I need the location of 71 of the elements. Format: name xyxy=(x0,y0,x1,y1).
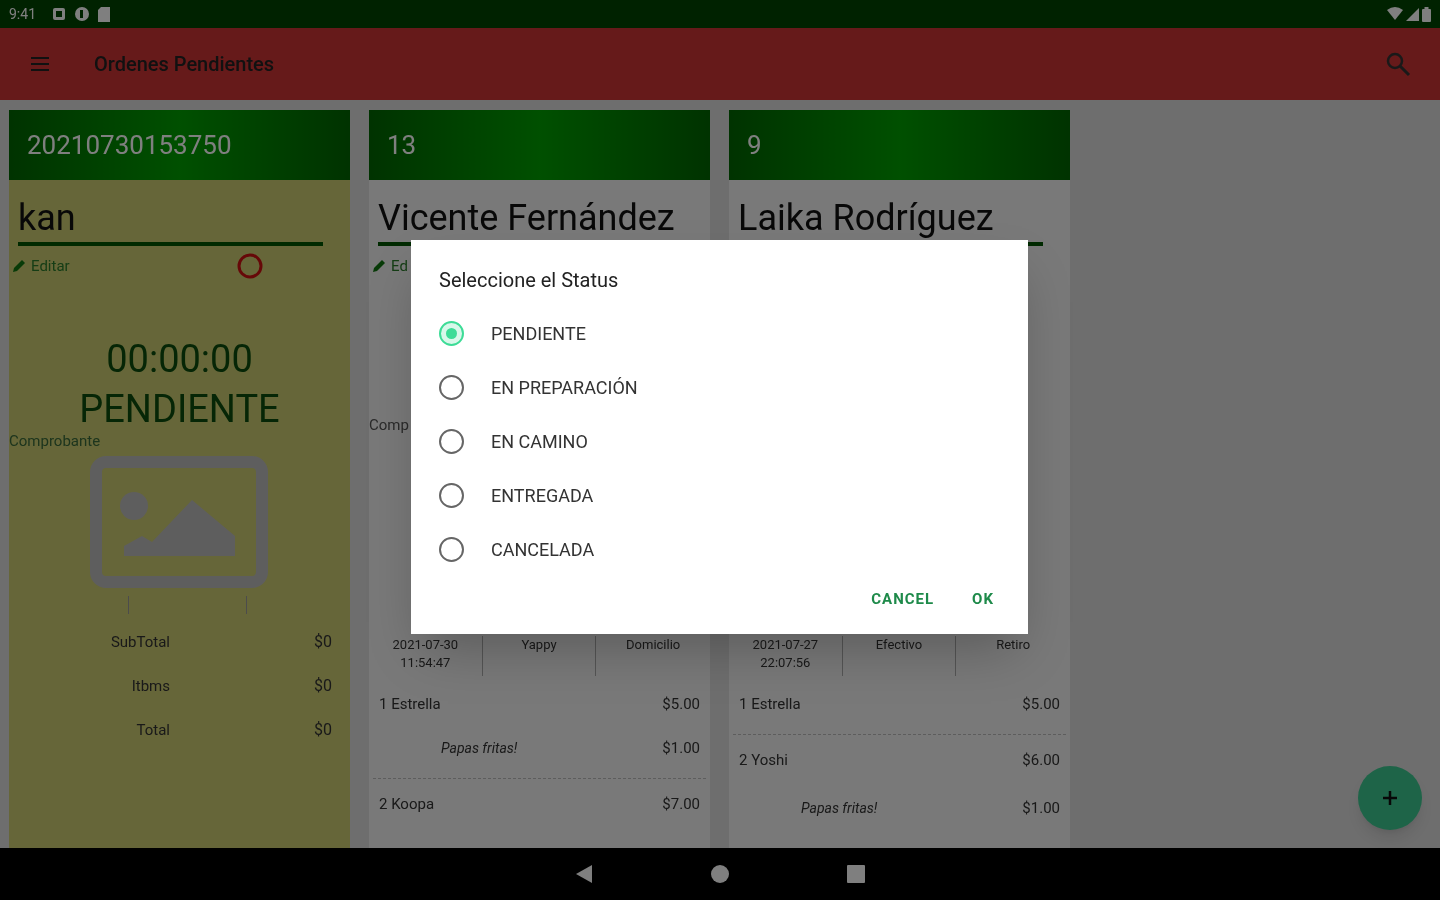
progress-ring-icon xyxy=(235,252,264,280)
detail-text: 2021-07-30 xyxy=(392,636,459,654)
extra-name: Papas fritas! xyxy=(441,738,518,758)
detail-text: Retiro xyxy=(996,636,1031,654)
dialog-title: Seleccione el Status xyxy=(439,267,620,294)
option-label: PENDIENTE xyxy=(491,321,586,346)
total-label: SubTotal xyxy=(109,631,170,653)
item-price: $5.00 xyxy=(1022,693,1060,715)
customer-name: kan xyxy=(18,196,76,241)
plus-icon xyxy=(1381,789,1399,807)
status-option[interactable]: ENTREGADA xyxy=(411,468,1028,522)
radio-button[interactable] xyxy=(439,536,464,562)
item-name: 1 Estrella xyxy=(379,693,441,715)
customer-name: Laika Rodríguez xyxy=(738,196,994,241)
customer-name: Vicente Fernández xyxy=(378,196,675,241)
status-option[interactable]: EN PREPARACIÓN xyxy=(411,360,1028,414)
receipt-label: Comprobante xyxy=(9,432,102,450)
item-name: 2 Yoshi xyxy=(739,750,788,772)
detail-text: 2021-07-27 xyxy=(752,636,819,654)
option-label: CANCELADA xyxy=(491,537,595,562)
radio-button[interactable] xyxy=(439,320,464,346)
order-number: 20210730153750 xyxy=(27,128,232,162)
image-placeholder-icon xyxy=(89,456,268,588)
pencil-icon xyxy=(11,258,27,274)
detail-text: 22:07:56 xyxy=(760,654,811,672)
radio-button[interactable] xyxy=(439,482,464,508)
item-price: $1.00 xyxy=(662,737,700,759)
total-value: $0 xyxy=(314,631,332,653)
item-price: $1.00 xyxy=(1022,797,1060,819)
option-label: EN PREPARACIÓN xyxy=(491,375,638,400)
status-option[interactable]: EN CAMINO xyxy=(411,414,1028,468)
dialog-button[interactable]: OK xyxy=(968,583,998,614)
pencil-icon xyxy=(371,258,387,274)
item-name: 1 Estrella xyxy=(739,693,801,715)
detail-text: Domicilio xyxy=(626,636,681,654)
order-timer: 00:00:00 xyxy=(105,336,254,382)
edit-button[interactable]: Ed xyxy=(371,254,408,278)
option-label: ENTREGADA xyxy=(491,483,594,508)
detail-text: Efectivo xyxy=(875,636,923,654)
total-value: $0 xyxy=(314,719,332,741)
sd-card-icon xyxy=(98,6,110,22)
battery-icon xyxy=(1422,6,1431,22)
option-label: EN CAMINO xyxy=(491,429,588,454)
order-status: PENDIENTE xyxy=(78,386,281,432)
total-label: Total xyxy=(135,719,170,741)
status-option[interactable]: PENDIENTE xyxy=(411,306,1028,360)
signal-icon xyxy=(1406,7,1419,21)
item-price: $5.00 xyxy=(662,693,700,715)
extra-name: Papas fritas! xyxy=(801,798,878,818)
receipt-label: Comp xyxy=(369,415,409,436)
notification-icon xyxy=(52,7,66,21)
radio-button[interactable] xyxy=(439,428,464,454)
item-name: 2 Koopa xyxy=(379,794,435,816)
status-option[interactable]: CANCELADA xyxy=(411,522,1028,576)
item-price: $6.00 xyxy=(1022,750,1060,772)
order-number: 13 xyxy=(387,128,417,162)
item-price: $7.00 xyxy=(662,794,700,816)
clock: 9:41 xyxy=(9,4,36,24)
radio-button[interactable] xyxy=(439,374,464,400)
dialog-button[interactable]: CANCEL xyxy=(867,583,939,614)
home-icon[interactable] xyxy=(711,865,729,883)
back-icon[interactable] xyxy=(575,864,593,884)
wifi-icon xyxy=(1387,7,1403,21)
customer-field[interactable]: kan xyxy=(18,194,323,246)
notification-icon xyxy=(74,6,90,22)
detail-text: 11:54:47 xyxy=(400,654,451,672)
detail-text: Yappy xyxy=(521,636,557,654)
order-number: 9 xyxy=(747,128,762,162)
total-label: Itbms xyxy=(130,675,170,697)
total-value: $0 xyxy=(314,675,332,697)
app-title: Ordenes Pendientes xyxy=(94,51,275,78)
